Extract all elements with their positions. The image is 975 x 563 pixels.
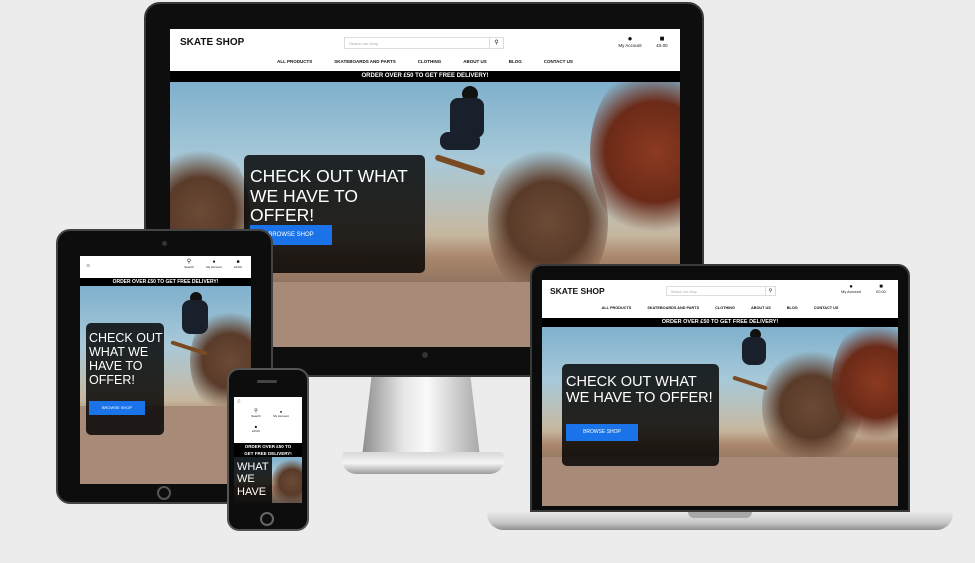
hero-title: CHECK OUT WHAT WE HAVE TO OFFER! <box>566 374 713 407</box>
hero-image: CHECK OUT WHAT WE HAVE TO OFFER! BROWSE … <box>80 286 251 484</box>
search-label: Search <box>251 414 261 418</box>
site-logo[interactable]: SKATE SHOP <box>550 286 605 296</box>
account-link[interactable]: ● My Account <box>202 259 226 269</box>
account-label: My Account <box>841 290 861 294</box>
delivery-banner: ORDER OVER £50 TO GET FREE DELIVERY! <box>542 318 898 327</box>
bag-link[interactable]: ■ £0.00 <box>652 34 672 49</box>
hamburger-icon[interactable]: ≡ <box>86 263 90 270</box>
phone-home-button <box>260 512 274 526</box>
bag-link[interactable]: ■ £0.00 <box>872 284 890 294</box>
search-icon[interactable]: ⚲ <box>765 287 775 295</box>
hamburger-icon[interactable]: ≡ <box>237 399 241 405</box>
hero-cta-panel: CHECK OUT WHAT WE HAVE TO OFFER! BROWSE … <box>562 364 719 466</box>
laptop: SKATE SHOP Search our shop ⚲ ● My Accoun… <box>530 264 910 512</box>
nav-about-us[interactable]: ABOUT US <box>751 306 771 310</box>
bag-link[interactable]: ■ £0.00 <box>230 259 246 269</box>
account-link[interactable]: ● My Account <box>838 284 864 294</box>
nav-clothing[interactable]: CLOTHING <box>418 59 442 64</box>
account-label: My Account <box>206 265 222 269</box>
hero-cta-panel: CHECK OUT WHAT WE HAVE TO OFFER! BROWSE … <box>86 323 164 435</box>
delivery-banner: ORDER OVER £50 TO GET FREE DELIVERY! <box>170 71 680 82</box>
browse-shop-button[interactable]: BROWSE SHOP <box>566 424 638 441</box>
person-icon: ● <box>627 34 633 43</box>
nav-about-us[interactable]: ABOUT US <box>463 59 487 64</box>
nav-all-products[interactable]: ALL PRODUCTS <box>277 59 312 64</box>
search-label: Search <box>184 265 194 269</box>
skater <box>722 327 782 397</box>
shopping-bag-icon: ■ <box>659 34 665 43</box>
monitor-logo-dot <box>422 352 428 358</box>
search-icon[interactable]: ⚲ <box>489 38 503 48</box>
site-header: ≡ ⚲ Search ● My Account ■ £0.00 <box>80 256 251 278</box>
hero-image: CHECK OUT WHAT WE HAVE TO OFFER! BROWSE … <box>542 327 898 506</box>
bag-total: £0.00 <box>252 429 260 433</box>
monitor-stand <box>362 377 480 457</box>
nav-skateboards-and-parts[interactable]: SKATEBOARDS AND PARTS <box>647 306 699 310</box>
nav-contact-us[interactable]: CONTACT US <box>544 59 573 64</box>
hero-title: CHECK OUT WHAT WE HAVE TO OFFER! <box>89 331 163 387</box>
responsive-mockup: SKATE SHOP Search our shop ⚲ ● My Accoun… <box>0 0 975 563</box>
account-label: My Account <box>273 414 289 418</box>
skater <box>420 82 510 192</box>
tablet-screen: ≡ ⚲ Search ● My Account ■ £0.00 ORDER OV… <box>80 256 251 484</box>
hero-image: WHAT WE HAVE <box>234 457 302 503</box>
delivery-banner: ORDER OVER £50 TO GET FREE DELIVERY! <box>80 278 251 286</box>
account-link[interactable]: ● My Account <box>614 34 646 49</box>
monitor-base <box>342 452 504 474</box>
tablet-home-button <box>157 486 171 500</box>
banner-line-1: ORDER OVER £50 TO <box>244 444 292 449</box>
search-placeholder: Search our shop <box>349 41 379 46</box>
phone: ≡ ⚲ Search ● My Account ■ £0.00 ORDER OV… <box>227 368 309 531</box>
site-header: SKATE SHOP Search our shop ⚲ ● My Accoun… <box>170 29 680 71</box>
laptop-screen: SKATE SHOP Search our shop ⚲ ● My Accoun… <box>542 280 898 506</box>
phone-speaker <box>257 380 277 383</box>
account-label: My Account <box>618 43 642 48</box>
account-link[interactable]: ● My Account <box>270 409 292 418</box>
nav-contact-us[interactable]: CONTACT US <box>814 306 839 310</box>
nav-blog[interactable]: BLOG <box>509 59 522 64</box>
main-nav: ALL PRODUCTS SKATEBOARDS AND PARTS CLOTH… <box>170 59 680 64</box>
site-header: ≡ ⚲ Search ● My Account ■ £0.00 <box>234 397 302 443</box>
tree <box>272 457 302 503</box>
nav-blog[interactable]: BLOG <box>787 306 798 310</box>
site-header: SKATE SHOP Search our shop ⚲ ● My Accoun… <box>542 280 898 318</box>
nav-all-products[interactable]: ALL PRODUCTS <box>602 306 632 310</box>
hero-title-fragment: WHAT WE HAVE <box>237 461 269 498</box>
skater <box>160 286 220 376</box>
hero-cta-panel: WHAT WE HAVE <box>234 457 272 503</box>
browse-shop-button[interactable]: BROWSE SHOP <box>89 401 145 415</box>
search-link[interactable]: ⚲ Search <box>248 409 264 419</box>
main-nav: ALL PRODUCTS SKATEBOARDS AND PARTS CLOTH… <box>542 306 898 310</box>
bag-total: £0.00 <box>234 265 242 269</box>
phone-screen: ≡ ⚲ Search ● My Account ■ £0.00 ORDER OV… <box>234 397 302 503</box>
banner-line-2: GET FREE DELIVERY! <box>244 451 292 456</box>
site-logo[interactable]: SKATE SHOP <box>180 37 244 48</box>
tablet-camera <box>162 241 167 246</box>
search-input[interactable]: Search our shop ⚲ <box>666 286 776 296</box>
search-link[interactable]: ⚲ Search <box>180 259 198 269</box>
bag-total: £0.00 <box>876 290 886 294</box>
search-input[interactable]: Search our shop ⚲ <box>344 37 504 49</box>
bag-total: £0.00 <box>656 43 668 48</box>
nav-skateboards-and-parts[interactable]: SKATEBOARDS AND PARTS <box>334 59 395 64</box>
bag-link[interactable]: ■ £0.00 <box>247 424 265 433</box>
search-placeholder: Search our shop <box>671 290 697 294</box>
laptop-notch <box>688 512 752 518</box>
nav-clothing[interactable]: CLOTHING <box>715 306 735 310</box>
hero-title: CHECK OUT WHAT WE HAVE TO OFFER! <box>250 166 408 226</box>
delivery-banner: ORDER OVER £50 TO GET FREE DELIVERY! <box>234 443 302 457</box>
